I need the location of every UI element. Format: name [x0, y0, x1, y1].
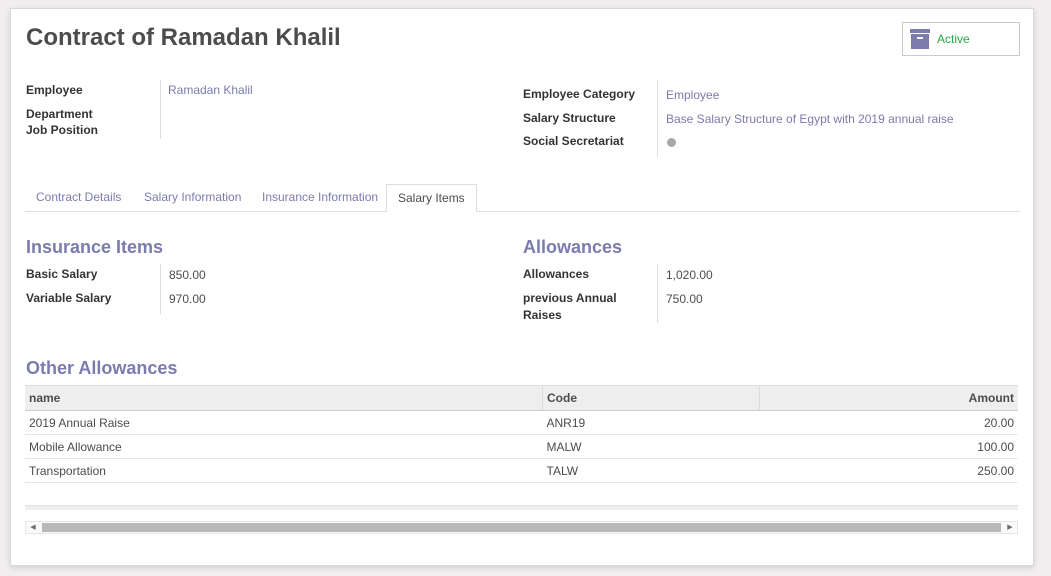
row-code: TALW	[542, 458, 760, 483]
employee-label: Employee	[26, 83, 83, 97]
variable-salary-value: 970.00	[169, 292, 206, 306]
row-name: Mobile Allowance	[25, 434, 543, 459]
other-allowances-title: Other Allowances	[26, 358, 178, 378]
insurance-items-title: Insurance Items	[26, 237, 164, 257]
tab-contract-details[interactable]: Contract Details	[25, 184, 132, 211]
other-allowances-table: name Code Amount 2019 Annual Raise ANR19…	[25, 385, 1018, 483]
basic-salary-label: Basic Salary	[26, 267, 98, 281]
social-secretariat-label: Social Secretariat	[523, 134, 624, 148]
previous-annual-raises-value: 750.00	[666, 292, 703, 306]
job-position-label: Job Position	[26, 123, 98, 137]
row-name: 2019 Annual Raise	[25, 410, 543, 435]
column-header-amount[interactable]: Amount	[759, 385, 1018, 411]
active-status-label: Active	[937, 32, 970, 46]
form-sheet: Contract of Ramadan Khalil Active Employ…	[10, 8, 1034, 566]
variable-salary-label: Variable Salary	[26, 291, 112, 305]
insurance-divider	[160, 264, 161, 314]
employee-category-label: Employee Category	[523, 87, 636, 101]
table-footer-row	[25, 505, 1018, 510]
department-label: Department	[26, 107, 93, 121]
right-fields-divider	[657, 80, 658, 157]
table-row[interactable]: Mobile Allowance MALW 100.00	[25, 434, 1018, 459]
row-amount: 250.00	[759, 458, 1018, 483]
row-amount: 100.00	[759, 434, 1018, 459]
tab-salary-information[interactable]: Salary Information	[133, 184, 252, 211]
scrollbar-thumb[interactable]	[42, 523, 1001, 532]
tab-insurance-information[interactable]: Insurance Information	[251, 184, 389, 211]
salary-structure-label: Salary Structure	[523, 111, 616, 125]
row-code: ANR19	[542, 410, 760, 435]
table-row[interactable]: 2019 Annual Raise ANR19 20.00	[25, 410, 1018, 435]
row-amount: 20.00	[759, 410, 1018, 435]
previous-annual-raises-label-line2: Raises	[523, 308, 562, 322]
employee-link[interactable]: Ramadan Khalil	[168, 83, 253, 97]
horizontal-scrollbar[interactable]: ◀ ▶	[25, 521, 1018, 534]
salary-structure-link[interactable]: Base Salary Structure of Egypt with 2019…	[666, 112, 954, 126]
table-row[interactable]: Transportation TALW 250.00	[25, 458, 1018, 483]
row-code: MALW	[542, 434, 760, 459]
scroll-right-arrow-icon[interactable]: ▶	[1003, 522, 1017, 533]
allowances-value: 1,020.00	[666, 268, 713, 282]
left-fields-divider	[160, 80, 161, 139]
allowances-title: Allowances	[523, 237, 623, 257]
archive-icon	[910, 29, 930, 49]
row-name: Transportation	[25, 458, 543, 483]
page-title: Contract of Ramadan Khalil	[26, 24, 341, 51]
active-toggle-button[interactable]: Active	[902, 22, 1020, 56]
basic-salary-value: 850.00	[169, 268, 206, 282]
allowances-divider	[657, 264, 658, 323]
column-header-name[interactable]: name	[25, 385, 543, 411]
column-header-code[interactable]: Code	[542, 385, 760, 411]
previous-annual-raises-label-line1: previous Annual	[523, 291, 617, 305]
social-secretariat-status-dot[interactable]	[667, 138, 676, 147]
notebook-tabs: Contract Details Salary Information Insu…	[25, 184, 1020, 212]
scroll-left-arrow-icon[interactable]: ◀	[26, 522, 40, 533]
allowances-label: Allowances	[523, 267, 590, 281]
tab-salary-items[interactable]: Salary Items	[386, 184, 477, 212]
employee-category-link[interactable]: Employee	[666, 88, 719, 102]
